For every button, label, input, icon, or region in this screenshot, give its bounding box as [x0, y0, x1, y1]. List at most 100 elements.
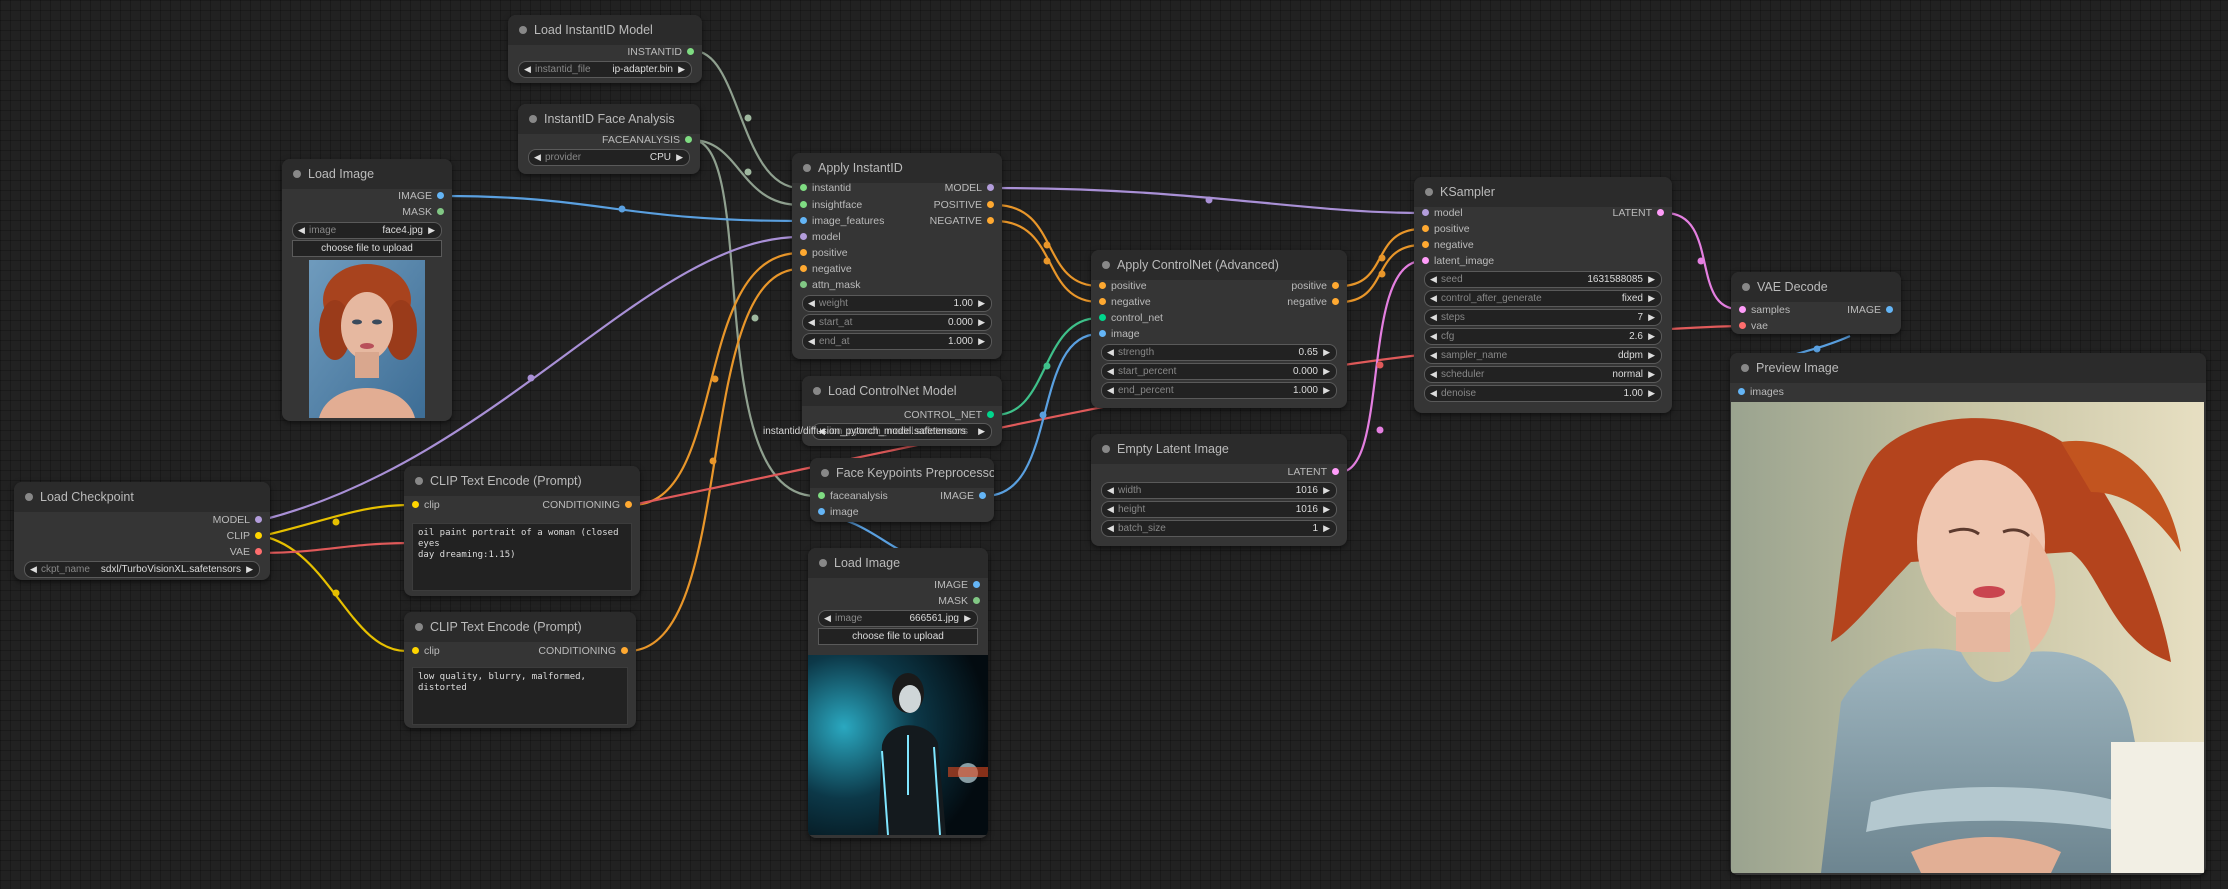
- positive-prompt-textarea[interactable]: oil paint portrait of a woman (closed ey…: [412, 523, 632, 591]
- arrow-left-icon[interactable]: ◀: [808, 296, 815, 311]
- output-faceanalysis[interactable]: FACEANALYSIS: [602, 133, 692, 147]
- input-positive[interactable]: positive: [1099, 279, 1147, 293]
- output-image[interactable]: IMAGE: [934, 578, 980, 592]
- image-combo[interactable]: ◀ image 666561.jpg ▶: [818, 610, 978, 627]
- output-positive[interactable]: POSITIVE: [934, 198, 994, 212]
- arrow-left-icon[interactable]: ◀: [808, 315, 815, 330]
- input-instantid[interactable]: instantid: [800, 181, 851, 195]
- output-pin-icon[interactable]: [437, 208, 444, 215]
- input-pin-icon[interactable]: [800, 281, 807, 288]
- output-pin-icon[interactable]: [625, 501, 632, 508]
- collapse-dot-icon[interactable]: [819, 559, 827, 567]
- arrow-left-icon[interactable]: ◀: [1107, 345, 1114, 360]
- input-pin-icon[interactable]: [800, 217, 807, 224]
- arrow-right-icon[interactable]: ▶: [246, 562, 253, 577]
- collapse-dot-icon[interactable]: [1102, 261, 1110, 269]
- node-title[interactable]: CLIP Text Encode (Prompt): [404, 612, 636, 642]
- node-clip-text-encode-positive[interactable]: CLIP Text Encode (Prompt) clip CONDITION…: [404, 466, 640, 596]
- arrow-right-icon[interactable]: ▶: [1648, 367, 1655, 382]
- arrow-left-icon[interactable]: ◀: [1107, 483, 1114, 498]
- input-positive[interactable]: positive: [800, 246, 848, 260]
- output-pin-icon[interactable]: [973, 597, 980, 604]
- collapse-dot-icon[interactable]: [1425, 188, 1433, 196]
- input-attn-mask[interactable]: attn_mask: [800, 278, 860, 292]
- node-load-instantid-model[interactable]: Load InstantID Model INSTANTID ◀ instanti…: [508, 15, 702, 83]
- arrow-left-icon[interactable]: ◀: [534, 150, 541, 165]
- input-pin-icon[interactable]: [1099, 282, 1106, 289]
- arrow-right-icon[interactable]: ▶: [964, 611, 971, 626]
- arrow-right-icon[interactable]: ▶: [978, 334, 985, 349]
- output-pin-icon[interactable]: [987, 201, 994, 208]
- input-pin-icon[interactable]: [800, 265, 807, 272]
- output-pin-icon[interactable]: [1657, 209, 1664, 216]
- collapse-dot-icon[interactable]: [529, 115, 537, 123]
- height-slider[interactable]: ◀ height 1016 ▶: [1101, 501, 1337, 518]
- provider-combo[interactable]: ◀ provider CPU ▶: [528, 149, 690, 166]
- node-load-image-face[interactable]: Load Image IMAGE MASK ◀ image face4.jpg ▶ c…: [282, 159, 452, 421]
- output-pin-icon[interactable]: [987, 184, 994, 191]
- arrow-right-icon[interactable]: ▶: [1648, 329, 1655, 344]
- output-pin-icon[interactable]: [1332, 282, 1339, 289]
- input-insightface[interactable]: insightface: [800, 198, 862, 212]
- output-pin-icon[interactable]: [687, 48, 694, 55]
- input-faceanalysis[interactable]: faceanalysis: [818, 489, 888, 503]
- arrow-left-icon[interactable]: ◀: [524, 62, 531, 77]
- output-pin-icon[interactable]: [437, 192, 444, 199]
- arrow-right-icon[interactable]: ▶: [1648, 291, 1655, 306]
- node-face-keypoints-preprocessor[interactable]: Face Keypoints Preprocessor faceanalysis…: [810, 458, 994, 522]
- node-vae-decode[interactable]: VAE Decode samples vae IMAGE: [1731, 272, 1901, 334]
- collapse-dot-icon[interactable]: [415, 623, 423, 631]
- output-control-net[interactable]: CONTROL_NET: [904, 408, 994, 422]
- node-title[interactable]: Apply InstantID: [792, 153, 1002, 183]
- output-latent[interactable]: LATENT: [1613, 206, 1664, 220]
- arrow-right-icon[interactable]: ▶: [428, 223, 435, 238]
- input-pin-icon[interactable]: [800, 184, 807, 191]
- node-title[interactable]: Preview Image: [1730, 353, 2206, 383]
- output-model[interactable]: MODEL: [213, 513, 262, 527]
- input-clip[interactable]: clip: [412, 498, 440, 512]
- node-title[interactable]: Load Checkpoint: [14, 482, 270, 512]
- arrow-right-icon[interactable]: ▶: [1323, 383, 1330, 398]
- arrow-right-icon[interactable]: ▶: [1648, 310, 1655, 325]
- input-images[interactable]: images: [1738, 385, 1784, 399]
- arrow-left-icon[interactable]: ◀: [1107, 521, 1114, 536]
- node-title[interactable]: KSampler: [1414, 177, 1672, 207]
- input-image[interactable]: image: [1099, 327, 1140, 341]
- arrow-right-icon[interactable]: ▶: [1648, 386, 1655, 401]
- control-after-generate-combo[interactable]: ◀ control_after_generate fixed ▶: [1424, 290, 1662, 307]
- output-pin-icon[interactable]: [973, 581, 980, 588]
- arrow-right-icon[interactable]: ▶: [978, 315, 985, 330]
- arrow-right-icon[interactable]: ▶: [676, 150, 683, 165]
- output-pin-icon[interactable]: [1332, 468, 1339, 475]
- strength-slider[interactable]: ◀ strength 0.65 ▶: [1101, 344, 1337, 361]
- scheduler-combo[interactable]: ◀ scheduler normal ▶: [1424, 366, 1662, 383]
- end-at-slider[interactable]: ◀ end_at 1.000 ▶: [802, 333, 992, 350]
- output-negative[interactable]: NEGATIVE: [930, 214, 994, 228]
- arrow-left-icon[interactable]: ◀: [1107, 383, 1114, 398]
- output-conditioning[interactable]: CONDITIONING: [538, 644, 628, 658]
- output-pin-icon[interactable]: [255, 532, 262, 539]
- input-pin-icon[interactable]: [412, 647, 419, 654]
- arrow-left-icon[interactable]: ◀: [298, 223, 305, 238]
- cfg-slider[interactable]: ◀ cfg 2.6 ▶: [1424, 328, 1662, 345]
- input-pin-icon[interactable]: [412, 501, 419, 508]
- output-conditioning[interactable]: CONDITIONING: [542, 498, 632, 512]
- collapse-dot-icon[interactable]: [1102, 445, 1110, 453]
- width-slider[interactable]: ◀ width 1016 ▶: [1101, 482, 1337, 499]
- arrow-left-icon[interactable]: ◀: [808, 334, 815, 349]
- node-empty-latent-image[interactable]: Empty Latent Image LATENT ◀ width 1016 ▶ ◀ h…: [1091, 434, 1347, 546]
- ckpt-name-combo[interactable]: ◀ ckpt_name sdxl/TurboVisionXL.safetensors…: [24, 561, 260, 578]
- collapse-dot-icon[interactable]: [813, 387, 821, 395]
- input-pin-icon[interactable]: [800, 249, 807, 256]
- arrow-right-icon[interactable]: ▶: [1323, 364, 1330, 379]
- arrow-right-icon[interactable]: ▶: [978, 296, 985, 311]
- collapse-dot-icon[interactable]: [519, 26, 527, 34]
- output-image[interactable]: IMAGE: [398, 189, 444, 203]
- output-pin-icon[interactable]: [987, 411, 994, 418]
- output-vae[interactable]: VAE: [230, 545, 262, 559]
- collapse-dot-icon[interactable]: [415, 477, 423, 485]
- input-negative[interactable]: negative: [800, 262, 852, 276]
- input-pin-icon[interactable]: [800, 233, 807, 240]
- arrow-right-icon[interactable]: ▶: [678, 62, 685, 77]
- start-at-slider[interactable]: ◀ start_at 0.000 ▶: [802, 314, 992, 331]
